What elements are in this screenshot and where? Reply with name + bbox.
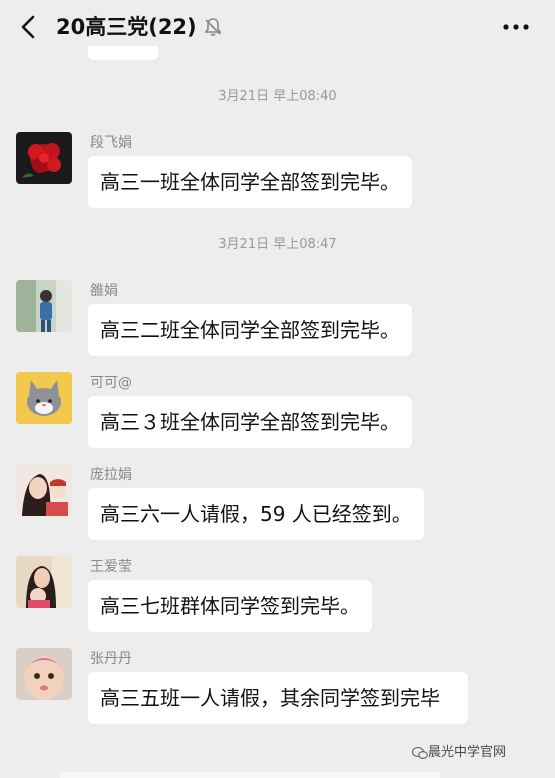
next-message-bubble — [60, 772, 440, 778]
avatar[interactable] — [16, 280, 72, 332]
more-icon[interactable] — [500, 16, 532, 38]
timestamp: 3月21日 早上08:40 — [218, 89, 337, 104]
avatar[interactable] — [16, 648, 72, 700]
sender-name: 段飞娟 — [90, 135, 132, 151]
chat-title: 20高三党(22) — [56, 15, 197, 39]
bell-off-icon — [204, 18, 222, 36]
wechat-logo-icon — [412, 746, 428, 760]
message-bubble[interactable]: 高三二班全体同学全部签到完毕。 — [88, 304, 412, 356]
message-bubble[interactable]: 高三七班群体同学签到完毕。 — [88, 580, 372, 632]
message-bubble[interactable]: 高三六一人请假，59 人已经签到。 — [88, 488, 424, 540]
sender-name: 雒娟 — [90, 283, 118, 299]
sender-name: 张丹丹 — [90, 651, 132, 667]
message-bubble[interactable]: 高三五班一人请假，其余同学签到完毕 — [88, 672, 468, 724]
message-bubble[interactable]: 高三３班全体同学全部签到完毕。 — [88, 396, 412, 448]
sender-name: 庞拉娟 — [90, 467, 132, 483]
message-bubble[interactable]: 高三一班全体同学全部签到完毕。 — [88, 156, 412, 208]
avatar[interactable] — [16, 556, 72, 608]
back-icon[interactable] — [14, 12, 42, 42]
timestamp: 3月21日 早上08:47 — [218, 237, 337, 252]
sender-name: 可可@ — [90, 375, 132, 391]
avatar[interactable] — [16, 132, 72, 184]
watermark-text: 晨光中学官网 — [428, 745, 507, 760]
previous-message-bubble — [88, 46, 158, 60]
avatar[interactable] — [16, 372, 72, 424]
chat-header: 20高三党(22) — [0, 0, 555, 56]
sender-name: 王爱莹 — [90, 559, 132, 575]
avatar[interactable] — [16, 464, 72, 516]
